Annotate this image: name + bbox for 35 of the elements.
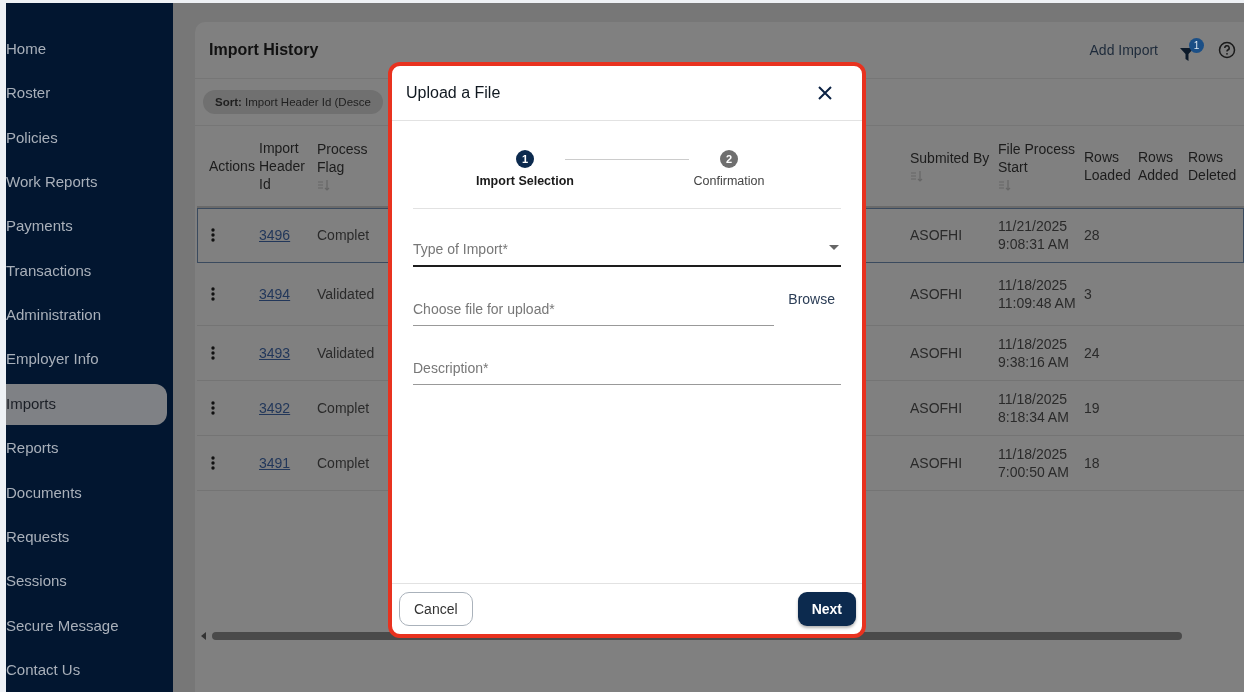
table-cell-text: 11/18/2025 8:18:34 AM <box>998 390 1070 426</box>
table-cell: Validated <box>317 344 375 362</box>
page-title: Import History <box>209 41 319 59</box>
table-cell-text: 11/18/2025 9:38:16 AM <box>998 335 1070 371</box>
step-label: Confirmation <box>693 174 765 188</box>
table-cell: Complet <box>317 226 370 244</box>
table-cell: ASOFHI <box>910 454 963 472</box>
table-cell: 3 <box>1084 285 1092 303</box>
table-cell: ASOFHI <box>910 399 963 417</box>
step-label: Import Selection <box>476 174 574 188</box>
step-number: 2 <box>720 150 738 168</box>
column-header: Submited By <box>910 149 990 167</box>
table-cell: Complet <box>317 399 370 417</box>
table-cell: Complet <box>317 454 370 472</box>
filter-count-badge: 1 <box>1189 38 1204 53</box>
column-header: Rows Loaded <box>1084 148 1132 184</box>
column-header: Rows Deleted <box>1188 148 1238 184</box>
column-header: Actions <box>209 157 255 175</box>
step-number: 1 <box>516 150 534 168</box>
table-cell-text: 11/18/2025 11:09:48 AM <box>998 276 1077 312</box>
table-cell-text: 11/18/2025 7:00:50 AM <box>998 445 1070 481</box>
table-cell: Validated <box>317 285 375 303</box>
column-header: Rows Added <box>1138 148 1180 184</box>
table-cell-text: 11/21/2025 9:08:31 AM <box>998 217 1070 253</box>
column-header: File Process Start <box>998 140 1077 176</box>
table-cell: 24 <box>1084 344 1100 362</box>
table-cell: 19 <box>1084 399 1100 417</box>
table-cell: ASOFHI <box>910 285 963 303</box>
dialog-title: Upload a File <box>406 84 501 102</box>
column-header: Import Header Id <box>259 139 306 193</box>
table-cell: ASOFHI <box>910 344 963 362</box>
table-cell: 18 <box>1084 454 1100 472</box>
table-cell: ASOFHI <box>910 226 963 244</box>
table-cell: 28 <box>1084 226 1100 244</box>
column-header: Process Flag <box>317 140 369 176</box>
